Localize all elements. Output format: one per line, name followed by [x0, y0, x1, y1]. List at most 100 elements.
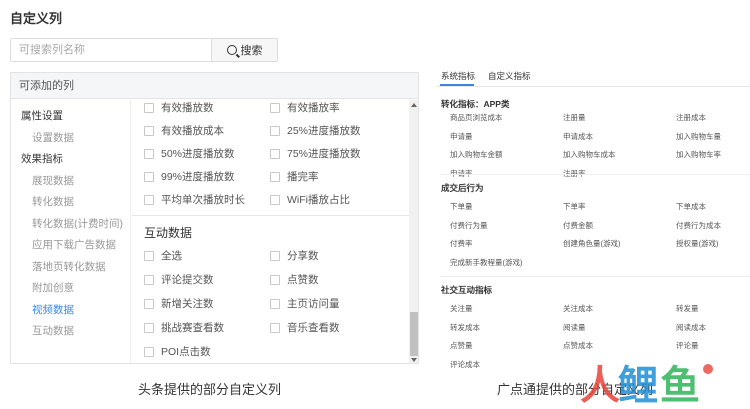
sidebar-item-5[interactable]: 转化数据(计费时间)	[32, 216, 123, 231]
metric-item[interactable]: 加入购物车成本	[563, 149, 616, 160]
search-button[interactable]: 搜索	[211, 38, 278, 62]
checkbox-icon[interactable]	[270, 298, 280, 309]
interaction-metric-checkbox-1[interactable]: 分享数	[270, 248, 319, 263]
tab-custom-metrics[interactable]: 自定义指标	[488, 70, 531, 82]
video-metric-checkbox-7[interactable]: 播完率	[270, 169, 319, 184]
checkbox-icon[interactable]	[144, 102, 154, 113]
metric-section-title-2: 社交互动指标	[441, 285, 493, 295]
metric-item[interactable]: 授权量(游戏)	[676, 238, 719, 249]
interaction-metric-checkbox-3[interactable]: 点赞数	[270, 272, 319, 287]
checkbox-icon[interactable]	[270, 250, 280, 261]
metric-item[interactable]: 申请率	[450, 168, 473, 179]
sidebar-item-7[interactable]: 落地页转化数据	[32, 259, 106, 274]
metric-item[interactable]: 付费率	[450, 238, 473, 249]
sidebar-item-0[interactable]: 属性设置	[21, 108, 63, 123]
sidebar-item-10[interactable]: 互动数据	[32, 323, 74, 338]
metric-item[interactable]: 阅读量	[563, 322, 586, 333]
watermark-glyph-1: 人	[580, 363, 620, 407]
interaction-metric-checkbox-8[interactable]: POI点击数	[144, 344, 211, 359]
metric-item[interactable]: 付费行为成本	[676, 220, 721, 231]
metric-item[interactable]: 点赞量	[450, 340, 473, 351]
video-metric-checkbox-3[interactable]: 25%进度播放数	[270, 123, 361, 138]
video-metric-checkbox-9[interactable]: WiFi播放占比	[270, 192, 350, 207]
watermark-glyph-3: 鱼	[660, 363, 700, 407]
metric-item[interactable]: 付费金额	[563, 220, 593, 231]
interaction-metric-checkbox-2[interactable]: 评论提交数	[144, 272, 214, 287]
checkbox-icon[interactable]	[144, 346, 154, 357]
interaction-metric-checkbox-6[interactable]: 挑战赛查看数	[144, 320, 224, 335]
sidebar-item-6[interactable]: 应用下载广告数据	[32, 237, 116, 252]
metric-item[interactable]: 创建角色量(游戏)	[563, 238, 621, 249]
category-nav: 属性设置设置数据效果指标展现数据转化数据转化数据(计费时间) 应用下载广告数据 落地…	[11, 100, 131, 363]
checkbox-icon[interactable]	[270, 125, 280, 136]
metric-item[interactable]: 点赞成本	[563, 340, 593, 351]
interaction-metric-checkbox-0[interactable]: 全选	[144, 248, 182, 263]
sidebar-item-4[interactable]: 转化数据	[32, 194, 74, 209]
metric-item[interactable]: 下单成本	[676, 201, 706, 212]
right-panel: 系统指标 自定义指标 转化指标：APP类 商品页浏览成本 注册量 注册成本 申请量 申请成…	[437, 64, 750, 374]
checkbox-label: 平均单次播放时长	[161, 194, 245, 206]
metric-item[interactable]: 阅读成本	[676, 322, 706, 333]
checkbox-icon[interactable]	[144, 250, 154, 261]
metric-item[interactable]: 付费行为量	[450, 220, 488, 231]
metric-item[interactable]: 评论量	[676, 340, 699, 351]
metric-item[interactable]: 申请量	[450, 131, 473, 142]
interaction-metric-checkbox-7[interactable]: 音乐查看数	[270, 320, 340, 335]
metric-item[interactable]: 加入购物车量	[676, 131, 721, 142]
metric-item[interactable]: 下单量	[450, 201, 473, 212]
checkbox-icon[interactable]	[144, 148, 154, 159]
checkbox-icon[interactable]	[270, 148, 280, 159]
checkbox-icon[interactable]	[144, 274, 154, 285]
search-input[interactable]	[10, 38, 212, 62]
tab-system-metrics[interactable]: 系统指标	[441, 70, 475, 82]
checkbox-label: 播完率	[287, 171, 319, 183]
sidebar-item-3[interactable]: 展现数据	[32, 173, 74, 188]
sidebar-item-8[interactable]: 附加创意	[32, 280, 74, 295]
video-metric-checkbox-6[interactable]: 99%进度播放数	[144, 169, 235, 184]
metric-item[interactable]: 下单率	[563, 201, 586, 212]
checkbox-icon[interactable]	[270, 102, 280, 113]
checkbox-icon[interactable]	[144, 194, 154, 205]
sidebar-item-2[interactable]: 效果指标	[21, 151, 63, 166]
checkbox-icon[interactable]	[144, 171, 154, 182]
video-metric-checkbox-8[interactable]: 平均单次播放时长	[144, 192, 245, 207]
checkbox-icon[interactable]	[144, 322, 154, 333]
panel-header: 可添加的列	[11, 73, 418, 99]
section-divider	[132, 215, 409, 216]
metric-item[interactable]: 关注量	[450, 303, 473, 314]
scroll-up-arrow-icon[interactable]	[411, 103, 417, 107]
sidebar-item-1[interactable]: 设置数据	[32, 130, 74, 145]
metric-item[interactable]: 申请成本	[563, 131, 593, 142]
interaction-metric-checkbox-4[interactable]: 新增关注数	[144, 296, 214, 311]
video-metric-checkbox-5[interactable]: 75%进度播放数	[270, 146, 361, 161]
checkbox-icon[interactable]	[270, 274, 280, 285]
scroll-thumb[interactable]	[410, 312, 418, 356]
watermark-logo: 人 鲤 鱼	[580, 363, 713, 407]
checkbox-icon[interactable]	[270, 322, 280, 333]
video-metric-checkbox-0[interactable]: 有效播放数	[144, 100, 214, 115]
metric-item[interactable]: 完成新手教程量(游戏)	[450, 257, 523, 268]
video-metric-checkbox-1[interactable]: 有效播放率	[270, 100, 340, 115]
metric-item[interactable]: 转发量	[676, 303, 699, 314]
checkbox-icon[interactable]	[144, 125, 154, 136]
scrollbar[interactable]	[409, 100, 418, 363]
metric-item[interactable]: 评论成本	[450, 359, 480, 370]
metric-item[interactable]: 商品页浏览成本	[450, 112, 503, 123]
metric-item[interactable]: 加入购物车率	[676, 149, 721, 160]
video-metric-checkbox-4[interactable]: 50%进度播放数	[144, 146, 235, 161]
checkbox-label: 挑战赛查看数	[161, 322, 224, 334]
video-metric-checkbox-2[interactable]: 有效播放成本	[144, 123, 224, 138]
metric-item[interactable]: 注册率	[563, 168, 586, 179]
checkbox-icon[interactable]	[270, 194, 280, 205]
sidebar-item-9[interactable]: 视频数据	[32, 302, 74, 317]
scroll-down-arrow-icon[interactable]	[411, 358, 417, 362]
checkbox-icon[interactable]	[144, 298, 154, 309]
search-icon	[226, 45, 237, 55]
metric-item[interactable]: 转发成本	[450, 322, 480, 333]
metric-item[interactable]: 注册量	[563, 112, 586, 123]
metric-item[interactable]: 关注成本	[563, 303, 593, 314]
metric-item[interactable]: 加入购物车金额	[450, 149, 503, 160]
checkbox-icon[interactable]	[270, 171, 280, 182]
metric-item[interactable]: 注册成本	[676, 112, 706, 123]
interaction-metric-checkbox-5[interactable]: 主页访问量	[270, 296, 340, 311]
